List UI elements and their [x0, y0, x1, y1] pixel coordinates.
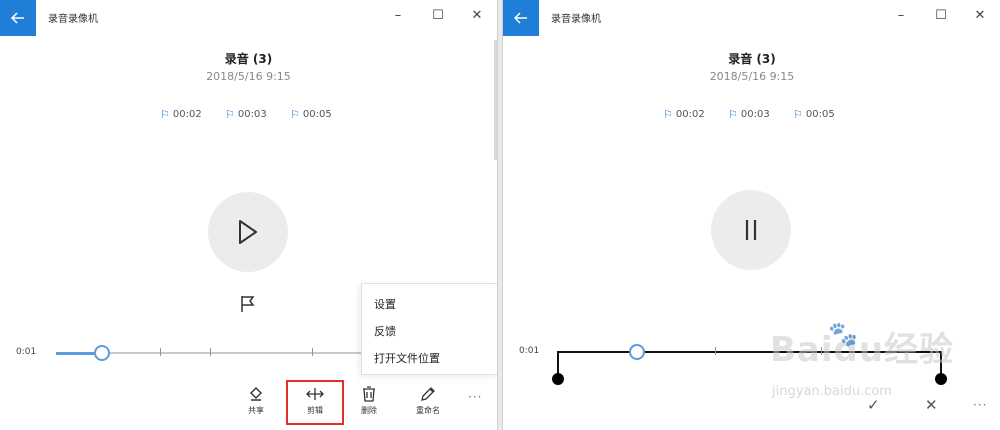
close-button[interactable]: ✕ [970, 8, 990, 23]
voice-recorder-window-left: 录音录像机 – ☐ ✕ 录音 (3) 2018/5/16 9:15 ⚐ 00:02… [0, 0, 498, 430]
back-arrow-icon [11, 12, 24, 24]
play-icon [239, 220, 257, 244]
marker-3[interactable]: ⚐ 00:05 [290, 108, 332, 121]
app-title: 录音录像机 [551, 14, 601, 25]
close-button[interactable]: ✕ [467, 8, 487, 23]
title-bar: 录音录像机 – ☐ ✕ [0, 0, 497, 36]
flag-icon: ⚐ [793, 108, 803, 121]
flag-icon: ⚐ [728, 108, 738, 121]
scrollbar[interactable] [494, 40, 497, 160]
maximize-button[interactable]: ☐ [428, 8, 448, 23]
share-button[interactable]: 共享 [238, 386, 274, 416]
marker-1[interactable]: ⚐ 00:02 [160, 108, 202, 121]
recording-title: 录音 (3) [728, 52, 776, 66]
marker-1[interactable]: ⚐ 00:02 [663, 108, 705, 121]
pause-icon [745, 220, 757, 240]
back-button[interactable] [0, 0, 36, 36]
menu-item-feedback[interactable]: 反馈 [374, 323, 396, 339]
flag-icon: ⚐ [160, 108, 170, 121]
menu-item-settings[interactable]: 设置 [374, 296, 396, 312]
paw-icon: 🐾 [828, 320, 858, 348]
more-button[interactable]: ··· [468, 390, 482, 404]
context-menu: 设置 反馈 打开文件位置 [361, 283, 497, 375]
recording-title: 录音 (3) [224, 52, 273, 66]
watermark-sub: jingyan.baidu.com [772, 384, 892, 399]
elapsed-time: 0:01 [519, 346, 540, 356]
menu-item-open-file-location[interactable]: 打开文件位置 [374, 350, 440, 366]
rename-button[interactable]: 重命名 [410, 386, 446, 416]
share-label: 共享 [248, 406, 264, 415]
share-icon [250, 387, 262, 401]
back-button[interactable] [503, 0, 539, 36]
app-title: 录音录像机 [48, 14, 98, 25]
baidu-jingyan-watermark: Baidu经验 🐾 jingyan.baidu.com [770, 320, 990, 422]
play-button[interactable] [208, 192, 288, 272]
timeline-thumb[interactable] [94, 345, 110, 361]
timeline-thumb[interactable] [629, 344, 645, 360]
watermark-main: Baidu经验 [770, 330, 955, 370]
flag-icon: ⚐ [663, 108, 673, 121]
trim-start-handle[interactable] [552, 373, 564, 385]
timeline-marker-tick [312, 348, 313, 356]
pause-button[interactable] [711, 190, 791, 270]
marker-2[interactable]: ⚐ 00:03 [225, 108, 267, 121]
timeline-marker-tick [715, 347, 716, 355]
trash-icon [363, 386, 375, 402]
timeline-marker-tick [160, 348, 161, 356]
timeline-marker-tick [210, 348, 211, 356]
minimize-button[interactable]: – [388, 8, 408, 23]
flag-icon: ⚐ [225, 108, 235, 121]
minimize-button[interactable]: – [891, 8, 911, 23]
trim-highlight-box [286, 380, 344, 425]
recording-date: 2018/5/16 9:15 [206, 70, 291, 83]
marker-3[interactable]: ⚐ 00:05 [793, 108, 835, 121]
maximize-button[interactable]: ☐ [931, 8, 951, 23]
add-marker-button[interactable] [240, 295, 256, 317]
recording-date: 2018/5/16 9:15 [709, 70, 795, 83]
delete-button[interactable]: 删除 [351, 386, 387, 416]
rename-label: 重命名 [416, 406, 440, 415]
marker-2[interactable]: ⚐ 00:03 [728, 108, 770, 121]
elapsed-time: 0:01 [16, 347, 37, 357]
flag-icon: ⚐ [290, 108, 300, 121]
pencil-icon [421, 387, 435, 401]
delete-label: 删除 [361, 406, 377, 415]
flag-icon [241, 296, 255, 312]
back-arrow-icon [514, 12, 527, 24]
title-bar: 录音录像机 – ☐ ✕ [503, 0, 1000, 36]
